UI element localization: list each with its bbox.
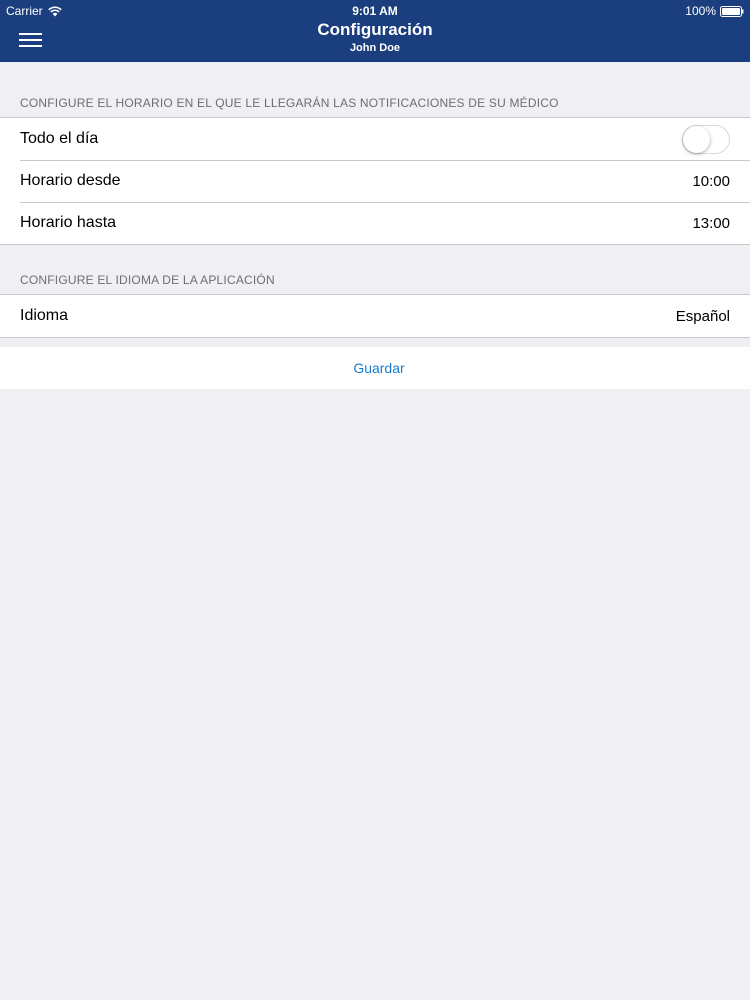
page-title: Configuración	[317, 20, 433, 39]
all-day-row[interactable]: Todo el día	[0, 118, 750, 160]
language-label: Idioma	[20, 307, 69, 324]
language-value[interactable]: Español	[676, 308, 730, 325]
page-subtitle: John Doe	[349, 42, 401, 54]
to-time-row[interactable]: Horario hasta 13:00	[0, 202, 750, 244]
language-row[interactable]: Idioma Español	[0, 295, 750, 337]
to-time-value[interactable]: 13:00	[692, 215, 730, 232]
save-button[interactable]: Guardar	[0, 347, 750, 389]
status-time: 9:01 AM	[352, 4, 398, 18]
to-time-label: Horario hasta	[20, 214, 117, 231]
status-battery: 100%	[685, 4, 744, 18]
settings-screen: Carrier 9:01 AM 100% Configuración John …	[0, 0, 750, 1000]
schedule-group: Todo el día Horario desde 10:00 Horario …	[0, 117, 750, 245]
navigation-bar: Carrier 9:01 AM 100% Configuración John …	[0, 0, 750, 62]
battery-icon	[720, 5, 744, 17]
language-group: Idioma Español	[0, 294, 750, 338]
all-day-label: Todo el día	[20, 130, 99, 147]
from-time-label: Horario desde	[20, 172, 121, 189]
language-section-header: CONFIGURE EL IDIOMA DE LA APLICACIÓN	[20, 273, 275, 287]
schedule-section-header: CONFIGURE EL HORARIO EN EL QUE LE LLEGAR…	[20, 96, 559, 110]
toggle-knob	[683, 125, 710, 153]
battery-percent: 100%	[685, 4, 716, 18]
from-time-row[interactable]: Horario desde 10:00	[0, 160, 750, 202]
from-time-value[interactable]: 10:00	[692, 173, 730, 190]
save-button-label: Guardar	[353, 360, 405, 376]
all-day-toggle[interactable]	[682, 124, 730, 154]
